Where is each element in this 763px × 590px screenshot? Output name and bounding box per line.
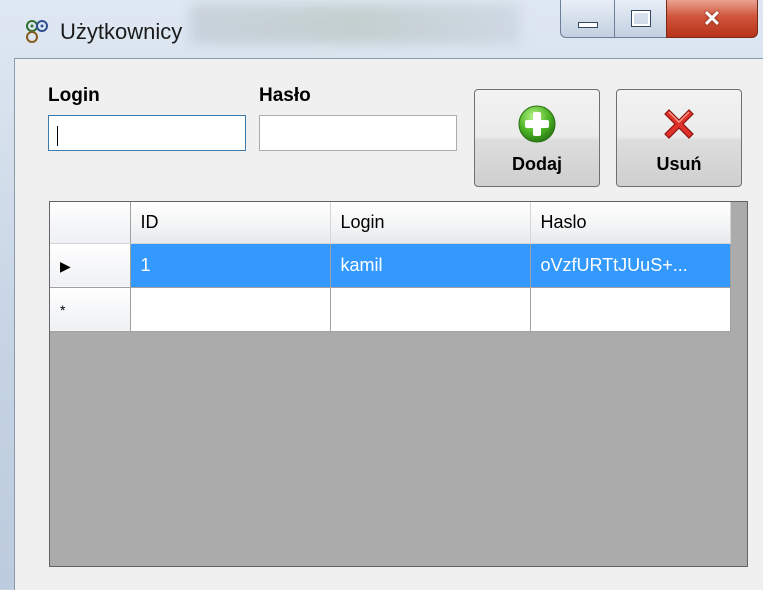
- haslo-label: Hasło: [259, 85, 311, 106]
- red-x-icon: [664, 109, 694, 139]
- current-row-arrow-icon: ▶: [60, 257, 71, 274]
- column-header-login[interactable]: Login: [330, 202, 531, 244]
- maximize-icon: [630, 10, 651, 27]
- new-row-asterisk-icon: *: [60, 301, 66, 318]
- app-window: Użytkownicy ✕ Login Hasło Dodaj Usuń ID …: [0, 0, 763, 590]
- green-plus-icon: [518, 105, 556, 143]
- column-header-haslo[interactable]: Haslo: [530, 202, 731, 244]
- text-caret: [57, 126, 58, 146]
- table-row[interactable]: ▶ 1 kamil oVzfURTtJUuS+...: [50, 243, 731, 288]
- remove-button-label: Usuń: [656, 154, 702, 174]
- users-grid[interactable]: ID Login Haslo ▶ 1 kamil oVzfURTtJUuS+..…: [49, 201, 748, 567]
- add-button[interactable]: Dodaj: [474, 89, 600, 187]
- login-label: Login: [48, 85, 100, 106]
- title-bar[interactable]: Użytkownicy ✕: [0, 0, 763, 58]
- cell-id[interactable]: 1: [130, 243, 331, 288]
- haslo-input[interactable]: [259, 115, 457, 151]
- close-button[interactable]: ✕: [666, 0, 758, 38]
- add-button-label: Dodaj: [511, 154, 562, 174]
- grid-corner-cell[interactable]: [50, 202, 131, 244]
- new-cell-login[interactable]: [330, 287, 531, 332]
- grid-header-row: ID Login Haslo: [50, 202, 731, 244]
- title-bar-background: [190, 4, 520, 44]
- cell-haslo[interactable]: oVzfURTtJUuS+...: [530, 243, 731, 288]
- close-icon: ✕: [702, 5, 722, 31]
- users-table: ID Login Haslo ▶ 1 kamil oVzfURTtJUuS+..…: [50, 202, 731, 332]
- login-input[interactable]: [48, 115, 246, 151]
- users-app-icon: [26, 20, 48, 43]
- minimize-button[interactable]: [560, 0, 615, 38]
- new-row[interactable]: *: [50, 287, 731, 332]
- new-cell-haslo[interactable]: [530, 287, 731, 332]
- row-header-current[interactable]: ▶: [50, 243, 131, 288]
- minimize-icon: [577, 21, 598, 28]
- cell-login[interactable]: kamil: [330, 243, 531, 288]
- remove-button[interactable]: Usuń: [616, 89, 742, 187]
- maximize-button[interactable]: [614, 0, 667, 38]
- window-title: Użytkownicy: [60, 19, 183, 44]
- new-cell-id[interactable]: [130, 287, 331, 332]
- row-header-new[interactable]: *: [50, 287, 131, 332]
- column-header-id[interactable]: ID: [130, 202, 331, 244]
- client-area: Login Hasło Dodaj Usuń ID Login Haslo ▶ …: [14, 58, 763, 590]
